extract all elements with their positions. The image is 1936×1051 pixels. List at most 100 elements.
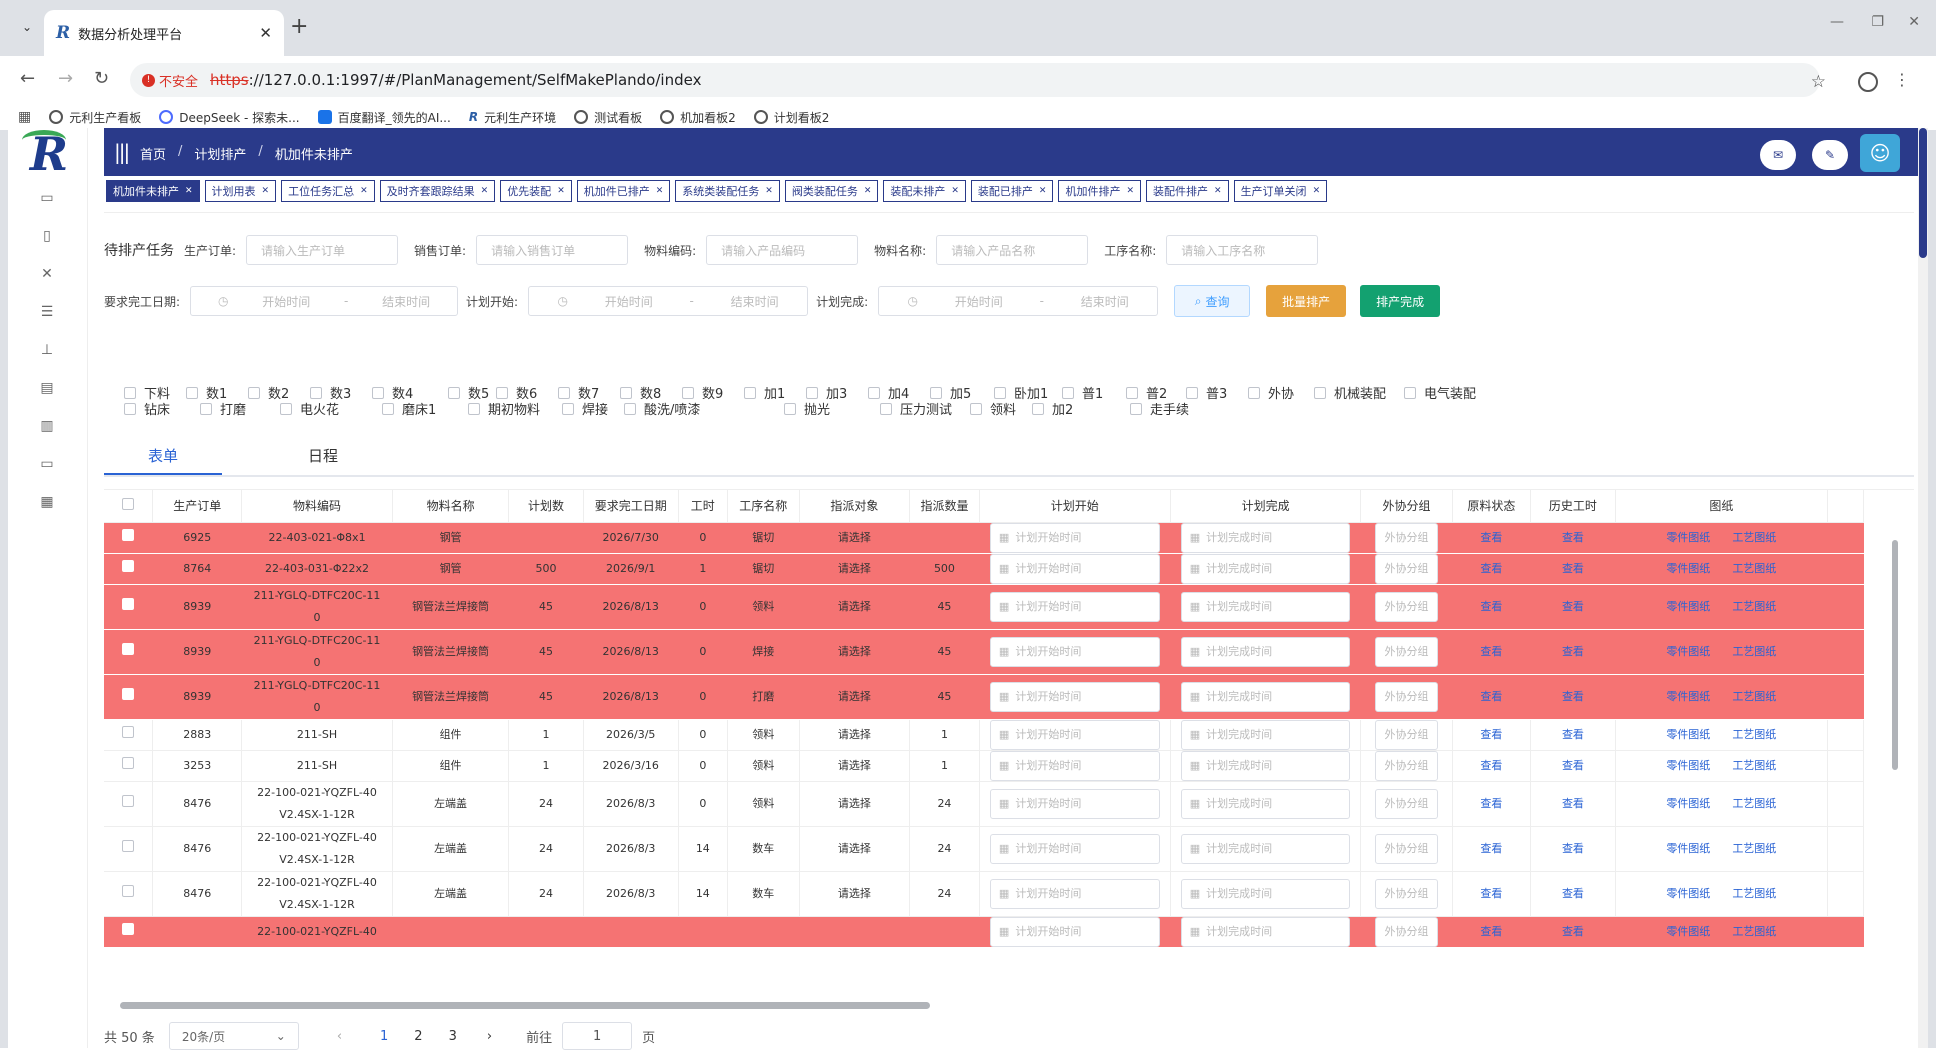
close-tag-icon[interactable]: ✕ [557, 186, 565, 196]
tag-item[interactable]: 及时齐套跟踪结果 ✕ [379, 180, 496, 202]
outsource-group-input[interactable]: 外协分组 [1375, 833, 1438, 864]
plan-done-input[interactable]: ▦ 计划完成时间 [1180, 719, 1351, 750]
part-drawing-link[interactable]: 零件图纸 [1666, 838, 1710, 860]
plan-start-input[interactable]: ▦ 计划开始时间 [989, 553, 1160, 584]
plan-done-input[interactable]: ▦ 计划完成时间 [1180, 788, 1351, 819]
minimize-icon[interactable]: — [1830, 14, 1844, 30]
plan-done-input[interactable]: ▦ 计划完成时间 [1180, 916, 1351, 947]
checkbox-box[interactable] [124, 386, 136, 399]
workstation-checkbox[interactable]: 钻床 [124, 399, 170, 418]
checkbox-box[interactable] [124, 402, 136, 415]
tag-item[interactable]: 机加件未排产 ✕ [106, 180, 200, 202]
close-tag-icon[interactable]: ✕ [951, 186, 959, 196]
row-checkbox[interactable] [122, 794, 135, 807]
checkbox-box[interactable] [1248, 386, 1260, 399]
schedule-done-button[interactable]: 排产完成 [1360, 285, 1441, 317]
workstation-checkbox[interactable]: 电气装配 [1404, 383, 1476, 402]
row-checkbox[interactable] [122, 597, 135, 610]
outsource-group-input[interactable]: 外协分组 [1375, 878, 1438, 909]
checkbox-box[interactable] [1062, 386, 1074, 399]
checkbox-box[interactable] [468, 402, 480, 415]
outsource-group-cell[interactable]: 外协分组 [1360, 719, 1453, 751]
row-select-cell[interactable] [104, 871, 154, 917]
plan-start-input[interactable]: ▦ 计划开始时间 [989, 916, 1160, 947]
tab-form[interactable]: 表单 [148, 445, 178, 466]
prod-order-input[interactable]: 请输入生产订单 [246, 235, 399, 265]
row-select-cell[interactable] [104, 719, 154, 751]
stamp-icon[interactable]: ⊥ [38, 342, 56, 358]
history-hours-link[interactable]: 查看 [1562, 887, 1584, 900]
tag-item[interactable]: 阀类装配任务 ✕ [784, 180, 879, 202]
address-bar[interactable]: ! 不安全 https://127.0.0.1:1997/#/PlanManage… [130, 63, 1820, 97]
assignee-select-cell[interactable]: 请选择 [799, 826, 910, 872]
part-drawing-link[interactable]: 零件图纸 [1666, 793, 1710, 815]
outsource-group-cell[interactable]: 外协分组 [1360, 553, 1453, 585]
close-window-icon[interactable]: ✕ [1908, 14, 1920, 30]
row-select-cell[interactable] [104, 826, 154, 872]
checkbox-box[interactable] [280, 402, 292, 415]
tab-search-chevron-icon[interactable]: ⌄ [14, 14, 40, 40]
row-checkbox[interactable] [122, 756, 135, 769]
plan-start-input[interactable]: ▦ 计划开始时间 [989, 750, 1160, 781]
close-tag-icon[interactable]: ✕ [656, 186, 664, 196]
select-all-checkbox[interactable] [122, 498, 135, 511]
tab-schedule[interactable]: 日程 [308, 445, 338, 466]
part-drawing-link[interactable]: 零件图纸 [1666, 724, 1710, 746]
plan-done-input[interactable]: ▦ 计划完成时间 [1180, 878, 1351, 909]
part-drawing-link[interactable]: 零件图纸 [1666, 527, 1710, 549]
monitor-icon[interactable]: ▭ [38, 190, 56, 206]
outsource-group-cell[interactable]: 外协分组 [1360, 916, 1453, 948]
assignee-select-cell[interactable] [799, 916, 910, 948]
close-tag-icon[interactable]: ✕ [765, 186, 773, 196]
history-hours-link[interactable]: 查看 [1562, 690, 1584, 703]
process-drawing-link[interactable]: 工艺图纸 [1732, 527, 1776, 549]
checkbox-box[interactable] [994, 386, 1006, 399]
checkbox-box[interactable] [970, 402, 982, 415]
table-horizontal-scrollbar[interactable] [104, 1000, 1874, 1010]
plan-start-cell[interactable]: ▦ 计划开始时间 [979, 719, 1171, 751]
next-page-icon[interactable]: › [487, 1029, 492, 1044]
edit-icon[interactable]: ✎ [1812, 140, 1848, 170]
checkbox-box[interactable] [562, 402, 574, 415]
plan-done-cell[interactable]: ▦ 计划完成时间 [1170, 826, 1362, 872]
checkbox-box[interactable] [1130, 402, 1142, 415]
plan-done-cell[interactable]: ▦ 计划完成时间 [1170, 584, 1362, 630]
process-drawing-link[interactable]: 工艺图纸 [1732, 724, 1776, 746]
checkbox-box[interactable] [868, 386, 880, 399]
page-number[interactable]: 2 [414, 1029, 422, 1044]
plan-done-input[interactable]: ▦ 计划完成时间 [1180, 591, 1351, 622]
checkbox-box[interactable] [448, 386, 460, 399]
plan-start-cell[interactable]: ▦ 计划开始时间 [979, 826, 1171, 872]
checkbox-box[interactable] [624, 402, 636, 415]
history-hours-link[interactable]: 查看 [1562, 531, 1584, 544]
row-checkbox[interactable] [122, 687, 135, 700]
row-select-cell[interactable] [104, 781, 154, 827]
part-drawing-link[interactable]: 零件图纸 [1666, 686, 1710, 708]
workstation-checkbox[interactable]: 机械装配 [1314, 383, 1386, 402]
row-select-cell[interactable] [104, 674, 154, 720]
plan-start-cell[interactable]: ▦ 计划开始时间 [979, 522, 1171, 554]
material-status-link[interactable]: 查看 [1480, 645, 1502, 658]
plan-start-cell[interactable]: ▦ 计划开始时间 [979, 629, 1171, 675]
report-icon[interactable]: ▥ [38, 418, 56, 434]
bookmark-item[interactable]: 元利生产看板 [49, 109, 141, 126]
tag-item[interactable]: 生产订单关闭 ✕ [1233, 180, 1328, 202]
close-tag-icon[interactable]: ✕ [185, 186, 193, 196]
plan-done-input[interactable]: ▦ 计划完成时间 [1180, 833, 1351, 864]
reload-icon[interactable]: ↻ [94, 68, 109, 89]
row-checkbox[interactable] [122, 922, 135, 935]
insecure-badge[interactable]: ! 不安全 [142, 71, 198, 90]
checkbox-box[interactable] [620, 386, 632, 399]
process-drawing-link[interactable]: 工艺图纸 [1732, 838, 1776, 860]
bookmark-item[interactable]: 百度翻译_领先的AI... [317, 109, 451, 126]
checkbox-box[interactable] [382, 402, 394, 415]
bookmark-star-icon[interactable]: ☆ [1811, 72, 1826, 92]
close-tab-icon[interactable]: ✕ [259, 24, 272, 42]
page-number[interactable]: 1 [380, 1029, 388, 1044]
checkbox-box[interactable] [744, 386, 756, 399]
plan-done-cell[interactable]: ▦ 计划完成时间 [1170, 916, 1362, 948]
close-tag-icon[interactable]: ✕ [864, 186, 872, 196]
material-code-input[interactable]: 请输入产品编码 [706, 235, 859, 265]
row-checkbox[interactable] [122, 642, 135, 655]
row-select-cell[interactable] [104, 916, 154, 948]
